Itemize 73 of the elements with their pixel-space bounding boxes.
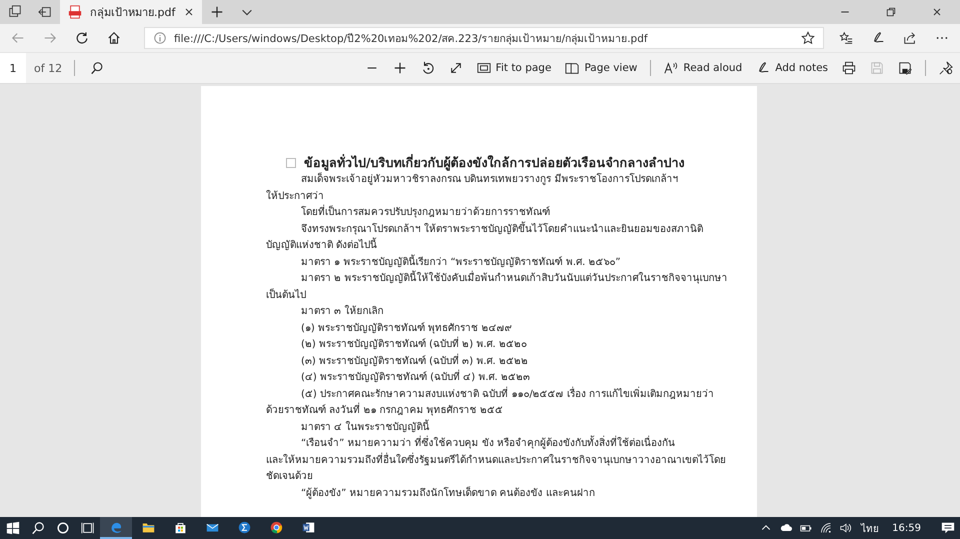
task-view-icon[interactable]	[80, 521, 94, 535]
document-text-line: ให้ประกาศว่า	[266, 189, 324, 204]
document-text-line: จึงทรงพระกรุณาโปรดเกล้าฯ ให้ตราพระราชบัญญัติขึ้นไว้โดยคำแนะนำและยินยอมของสภานิติ	[301, 222, 704, 237]
new-tab-icon[interactable]	[210, 5, 224, 19]
document-text-line: สมเด็จพระเจ้าอยู่หัวมหาวชิราลงกรณ บดินทรเทพยวรางกูร มีพระราชโองการโปรดเกล้าฯ	[301, 172, 678, 187]
favorites-list-icon[interactable]	[839, 31, 853, 45]
search-icon[interactable]	[90, 61, 104, 75]
chrome-icon[interactable]	[270, 520, 282, 534]
address-bar[interactable]: file:///C:/Users/windows/Desktop/ปี2%20เทอม%202/สค.223/รายกลุ่มเป้าหมาย/กลุ่มเป้าหมาย.pdf	[144, 27, 824, 49]
document-heading: ข้อมูลทั่วไป/บริบทเกี่ยวกับผู้ต้องขังใกล้การปล่อยตัวเรือนจำกลางลำปาง	[304, 153, 685, 172]
document-text-line: เป็นต้นไป	[266, 288, 306, 302]
notification-icon[interactable]	[940, 521, 954, 535]
read-aloud-icon	[664, 61, 678, 75]
document-text-line: มาตรา ๓ ให้ยกเลิก	[301, 304, 384, 319]
close-window-icon[interactable]	[931, 6, 943, 18]
document-text-line: (๕) ประกาศคณะรักษาความสงบแห่งชาติ ฉบับที่ ๑๑๐/๒๕๕๗ เรื่อง การแก้ไขเพิ่มเติมกฎหมายว่า	[301, 386, 714, 402]
print-icon[interactable]	[842, 61, 856, 75]
sigma-icon[interactable]	[238, 520, 250, 534]
close-tab-icon[interactable]	[183, 6, 196, 18]
pen-icon	[756, 61, 770, 75]
language-indicator[interactable]: ไทย	[856, 520, 884, 536]
browser-tab[interactable]: กลุ่มเป้าหมาย.pdf	[60, 0, 202, 24]
circle-icon[interactable]	[56, 521, 70, 535]
folder-icon[interactable]	[142, 520, 154, 534]
checkbox-bullet-icon	[286, 158, 296, 168]
clock[interactable]: 16:59	[884, 522, 935, 534]
save-as-icon[interactable]	[898, 61, 912, 75]
browser-icon[interactable]	[110, 520, 122, 534]
rotate-icon[interactable]	[420, 61, 435, 75]
volume-icon[interactable]	[840, 522, 852, 534]
page-count: of 12	[33, 62, 64, 74]
page-number-field[interactable]: 1	[0, 53, 26, 83]
restore-icon[interactable]	[885, 6, 897, 18]
document-text-line: โดยที่เป็นการสมควรปรับปรุงกฎหมายว่าด้วยการราชทัณฑ์	[301, 205, 550, 222]
read-aloud-button[interactable]: Read aloud	[657, 55, 750, 81]
search-icon[interactable]	[30, 521, 44, 535]
document-text-line: ชัดเจนด้วย	[266, 470, 313, 484]
document-text-line: มาตรา ๑ พระราชบัญญัตินี้เรียกว่า “พระราชบัญญัติราชทัณฑ์ พ.ศ. ๒๕๖๐”	[301, 254, 621, 270]
word-document-icon[interactable]	[302, 520, 314, 534]
document-text-line: “ผู้ต้องขัง” หมายความรวมถึงนักโทษเด็ดขาด คนต้องขัง และคนฝาก	[301, 486, 595, 501]
set-aside-tabs-icon[interactable]	[38, 5, 52, 19]
document-text-line: มาตรา ๒ พระราชบัญญัตินี้ให้ใช้บังคับเมื่อพ้นกำหนดเก้าสิบวันนับแต่วันประกาศในราชกิจจานุเบกษา	[301, 271, 728, 288]
document-text-line: บัญญัติแห่งชาติ ดังต่อไปนี้	[266, 238, 378, 254]
cloud-icon[interactable]	[780, 522, 792, 534]
document-text-line: “เรือนจำ” หมายความว่า ที่ซึ่งใช้ควบคุม ขัง หรือจำคุกผู้ต้องขังกับทั้งสิ่งที่ใช้ต่อเนื่องกัน	[301, 436, 676, 452]
windows-start-icon[interactable]	[6, 521, 20, 535]
pen-icon[interactable]	[871, 31, 885, 45]
expand-icon[interactable]	[448, 61, 463, 75]
document-text-line: (๔) พระราชบัญญัติราชทัณฑ์ (ฉบับที่ ๔) พ.ศ. ๒๕๒๓	[301, 370, 530, 386]
add-notes-button[interactable]: Add notes	[749, 55, 835, 81]
wifi-icon[interactable]	[820, 522, 832, 534]
tabs-icon[interactable]	[8, 5, 22, 19]
home-icon[interactable]	[107, 31, 121, 45]
fit-page-icon	[476, 61, 491, 75]
back-icon[interactable]	[11, 31, 25, 45]
document-text-line: (๒) พระราชบัญญัติราชทัณฑ์ (ฉบับที่ ๒) พ.ศ. ๒๕๒๐	[301, 337, 527, 354]
document-text-line: ด้วยราชทัณฑ์ ลงวันที่ ๒๑ กรกฎาคม พุทธศักราช ๒๕๕	[266, 403, 503, 420]
zoom-in-icon[interactable]	[392, 61, 407, 75]
fit-to-page-button[interactable]: Fit to page	[470, 55, 558, 81]
forward-icon[interactable]	[43, 31, 57, 45]
store-bag-icon[interactable]	[174, 520, 186, 534]
document-text-line: มาตรา ๔ ในพระราชบัญญัตินี้	[301, 420, 430, 434]
pin-icon[interactable]	[939, 61, 953, 75]
document-text-line: (๓) พระราชบัญญัติราชทัณฑ์ (ฉบับที่ ๓) พ.ศ. ๒๕๒๒	[301, 354, 528, 368]
document-text-line: (๑) พระราชบัญญัติราชทัณฑ์ พุทธศักราช ๒๔๗๙	[301, 321, 512, 336]
document-text-line: และให้หมายความรวมถึงที่อื่นใดซึ่งรัฐมนตรีได้กำหนดและประกาศในราชกิจจานุเบกษาวางอาณาเขตไว้โดย	[266, 452, 726, 468]
page-view-icon	[565, 61, 580, 75]
page-view-button[interactable]: Page view	[558, 55, 644, 81]
favorite-star-icon[interactable]	[801, 31, 815, 45]
pdf-file-icon	[68, 5, 82, 19]
info-icon[interactable]	[153, 31, 167, 45]
share-icon[interactable]	[903, 31, 917, 45]
refresh-icon[interactable]	[75, 31, 89, 45]
